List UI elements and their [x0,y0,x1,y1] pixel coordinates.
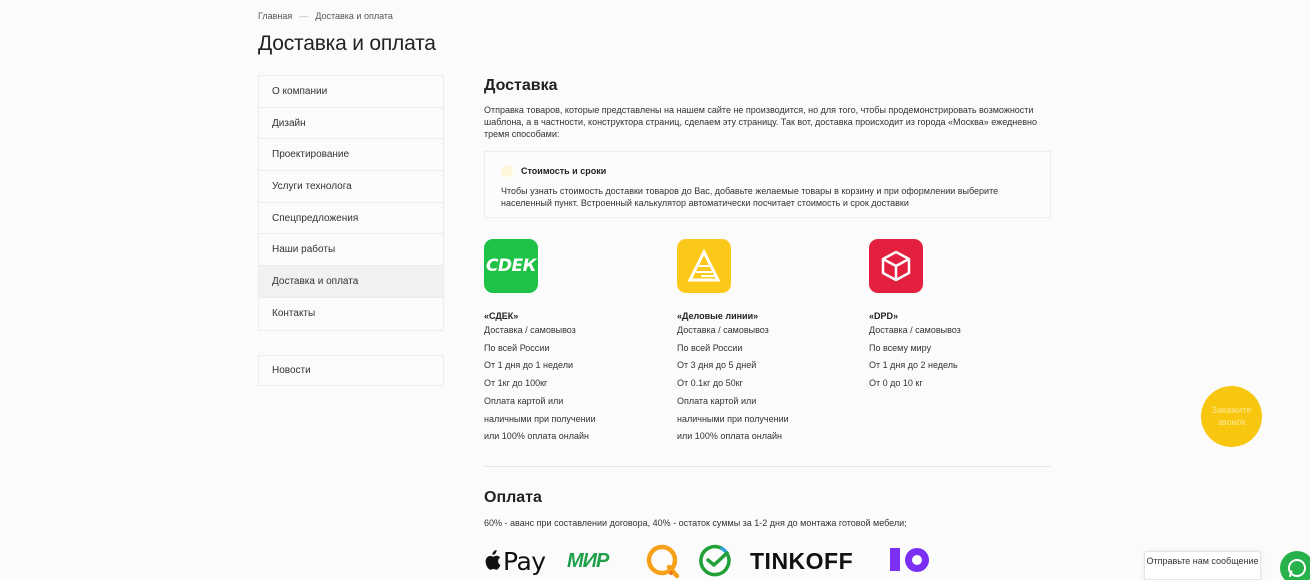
breadcrumb-separator: — [299,11,309,21]
carrier-line: По всей России [484,342,550,353]
cdek-logo-text: СDЕК [485,256,537,276]
payment-terms: 60% - аванс при составлении договора, 40… [484,518,907,528]
carrier-line: От 0 до 10 кг [869,378,923,389]
sidebar-item-offers[interactable]: Спецпредложения [259,203,443,235]
chat-message-bubble[interactable]: Отправьте нам сообщение [1144,551,1261,580]
carrier-line: или 100% оплата онлайн [677,431,783,442]
carrier-line: Оплата картой или [484,395,564,406]
carrier-line: или 100% оплата онлайн [484,431,590,442]
carrier-dpd: «DPD» Доставка / самовывоз По всему миру… [869,239,1059,393]
carrier-line: Доставка / самовывоз [869,325,961,335]
info-dot-icon [501,165,513,177]
apple-icon [485,549,501,570]
qiwi-logo-icon [645,543,681,579]
whatsapp-button[interactable] [1280,551,1310,580]
page-title: Доставка и оплата [258,32,436,55]
sidebar-item-planning[interactable]: Проектирование [259,139,443,172]
breadcrumb-home-link[interactable]: Главная [258,11,292,21]
carrier-line: По всей России [677,342,743,353]
apple-pay-logo: Pay [484,543,546,579]
sidebar-item-about[interactable]: О компании [259,76,443,108]
sber-logo-icon [698,543,732,579]
sidebar-item-news[interactable]: Новости [258,355,444,386]
carrier-line: наличными при получении [484,413,596,424]
carrier-line: От 1 дня до 2 недель [869,360,958,371]
delivery-intro: Отправка товаров, которые представлены н… [484,105,1037,139]
mir-logo: МИР [567,549,609,572]
carrier-line: Оплата картой или [677,395,757,406]
tinkoff-logo: TINKOFF [750,547,854,574]
breadcrumb: Главная — Доставка и оплата [258,11,393,21]
carrier-line: По всему миру [869,342,932,353]
delovye-linii-logo-icon [677,239,731,293]
carrier-line: Доставка / самовывоз [677,325,769,335]
cdek-logo-icon: СDЕК [484,239,538,293]
callback-button[interactable]: Закажите звонок [1201,386,1262,447]
carrier-delovye-linii: «Деловые линии» Доставка / самовывоз По … [677,239,867,446]
sidebar-item-technologist[interactable]: Услуги технолога [259,171,443,203]
carrier-cdek: СDЕК «СДЕК» Доставка / самовывоз По всей… [484,239,674,446]
carrier-line: наличными при получении [677,413,789,424]
sidebar-menu: О компании Дизайн Проектирование Услуги … [258,75,444,331]
carrier-name: «СДЕК» [484,311,519,321]
sidebar-item-delivery[interactable]: Доставка и оплата [259,266,443,298]
carrier-line: Доставка / самовывоз [484,325,576,335]
payment-heading: Оплата [484,489,542,506]
carrier-name: «Деловые линии» [677,311,759,321]
sidebar-item-works[interactable]: Наши работы [259,234,443,267]
carrier-name: «DPD» [869,311,899,321]
section-divider [484,466,1051,467]
dpd-cube-logo-icon [869,239,923,293]
yumoney-logo-icon [888,543,934,579]
sidebar-item-design[interactable]: Дизайн [259,108,443,140]
box-title: Стоимость и сроки [521,166,607,176]
cost-and-terms-box: Стоимость и сроки Чтобы узнать стоимость… [484,151,1051,218]
carrier-line: От 1 дня до 1 недели [484,360,574,371]
carrier-line: От 0.1кг до 50кг [677,378,743,389]
sidebar-item-contacts[interactable]: Контакты [259,298,443,330]
apple-pay-text: Pay [503,546,546,576]
carrier-line: От 1кг до 100кг [484,378,548,389]
breadcrumb-current: Доставка и оплата [315,11,393,21]
delivery-heading: Доставка [484,77,558,94]
whatsapp-icon [1288,559,1306,577]
carrier-line: От 3 дня до 5 дней [677,360,757,371]
box-text: Чтобы узнать стоимость доставки товаров … [501,186,999,208]
